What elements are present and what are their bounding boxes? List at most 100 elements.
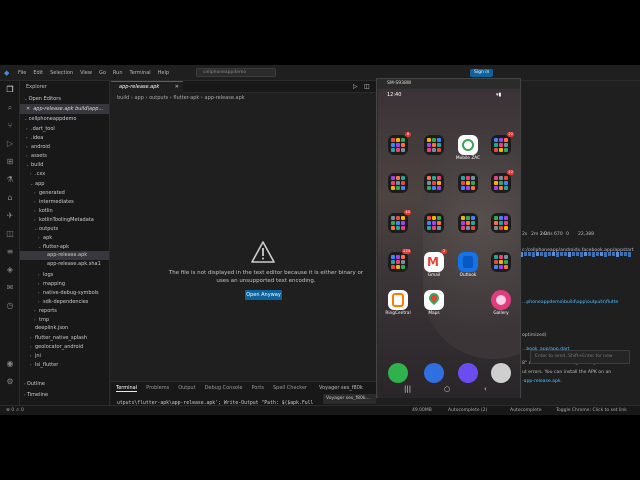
tree-item[interactable]: app-release.apk.sha1: [20, 260, 109, 269]
open-editor-item[interactable]: ✕ app-release.apk build\app...: [20, 104, 109, 114]
explorer-icon[interactable]: ❐: [0, 81, 20, 99]
tree-item[interactable]: › apk: [20, 233, 109, 242]
tree-item[interactable]: › flutter_native_splash: [20, 333, 109, 342]
tree-item[interactable]: › android: [20, 142, 109, 151]
open-editors-section[interactable]: ⌄ Open Editors: [20, 94, 109, 104]
recents-button[interactable]: |||: [404, 385, 411, 393]
dock-camera[interactable]: [491, 363, 511, 383]
tree-item[interactable]: › geolocator_android: [20, 342, 109, 351]
app-outlook[interactable]: Outlook: [458, 252, 478, 278]
tree-item[interactable]: › kotlin: [20, 206, 109, 215]
tree-item[interactable]: › lsi_flutter: [20, 360, 109, 369]
app-ringcentral[interactable]: RingCentral: [385, 290, 411, 316]
panel-tab[interactable]: Terminal: [116, 385, 138, 392]
tree-item[interactable]: › .dart_tool: [20, 124, 109, 133]
app-folder[interactable]: [388, 173, 408, 193]
tree-item[interactable]: › reports: [20, 306, 109, 315]
app-folder[interactable]: 8: [388, 132, 411, 155]
project-root[interactable]: ⌄ cellphoneappdemo: [20, 114, 109, 124]
tree-item[interactable]: › .idea: [20, 133, 109, 142]
app-maps[interactable]: Maps: [424, 290, 444, 316]
menu-selection[interactable]: Selection: [50, 70, 73, 76]
app-folder[interactable]: [424, 173, 444, 193]
search-icon[interactable]: ⌕: [0, 99, 20, 117]
app-folder[interactable]: [491, 213, 511, 233]
app-folder[interactable]: 22: [491, 132, 514, 155]
app-folder[interactable]: 22: [491, 170, 514, 193]
editor-tab[interactable]: app-release.apk ✕: [111, 81, 183, 93]
app-folder[interactable]: [491, 252, 511, 272]
timeline-section[interactable]: › Timeline: [20, 390, 48, 400]
run-icon[interactable]: ▷: [353, 83, 358, 90]
app-folder[interactable]: [424, 213, 444, 233]
app-folder[interactable]: [424, 135, 444, 155]
chat-input[interactable]: Enter to send, Shift+Enter for new: [530, 350, 630, 364]
python-icon[interactable]: ◈: [0, 261, 20, 279]
tree-item[interactable]: › kotlinToolingMetadata: [20, 215, 109, 224]
tree-item[interactable]: › native-debug-symbols: [20, 288, 109, 297]
sign-in-button[interactable]: Sign in: [470, 69, 494, 77]
open-anyway-button[interactable]: Open Anyway: [245, 290, 282, 300]
toggle-chrome-status[interactable]: Toggle Chrome: Click to set link: [556, 406, 627, 415]
app-folder[interactable]: [458, 213, 478, 233]
menu-file[interactable]: File: [18, 70, 26, 76]
tree-item[interactable]: app-release.apk: [20, 251, 109, 261]
testing-icon[interactable]: ⚗: [0, 171, 20, 189]
tree-item[interactable]: › tmp: [20, 315, 109, 324]
outline-section[interactable]: › Outline: [20, 379, 45, 389]
tree-item[interactable]: › logs: [20, 270, 109, 279]
database-icon[interactable]: ≡: [0, 243, 20, 261]
app-folder[interactable]: 40: [388, 210, 411, 233]
remote-icon[interactable]: ⌂: [0, 189, 20, 207]
tree-item[interactable]: ⌄ app: [20, 179, 109, 188]
command-center-search[interactable]: cellphoneappdemo: [196, 68, 277, 77]
terminal-list-item[interactable]: Voyager ses_f80k...: [323, 394, 376, 404]
menu-terminal[interactable]: Terminal: [130, 70, 151, 76]
app-gmail[interactable]: M 3 Gmail: [424, 249, 447, 278]
app-mobile-zac[interactable]: Mobile ZAC: [456, 135, 480, 161]
panel-tab[interactable]: Spell Checker: [273, 385, 307, 391]
accounts-icon[interactable]: ◉: [0, 355, 20, 373]
tree-item[interactable]: › sdk-dependencies: [20, 297, 109, 306]
dock-messages[interactable]: [424, 363, 444, 383]
close-icon[interactable]: ✕: [26, 106, 30, 112]
home-button[interactable]: ○: [444, 385, 450, 393]
source-control-icon[interactable]: ⑂: [0, 117, 20, 135]
tree-item[interactable]: › jni: [20, 351, 109, 360]
app-folder[interactable]: [458, 173, 478, 193]
panel-tab[interactable]: Ports: [251, 385, 264, 391]
dock-internet[interactable]: [458, 363, 478, 383]
phone-screen[interactable]: 12:40 ▾▮ 8 Mobile ZAC 22 22 40 234 M 3 Gmail Outl…: [378, 89, 520, 398]
chat-icon[interactable]: ✉: [0, 279, 20, 297]
docker-icon[interactable]: ◫: [0, 225, 20, 243]
dock-phone[interactable]: [388, 363, 408, 383]
panel-tab[interactable]: Output: [178, 385, 195, 391]
voyager-terminal-label[interactable]: Voyager ses_f80k: [319, 385, 363, 391]
panel-tab[interactable]: Debug Console: [205, 385, 243, 391]
flutter-icon[interactable]: ✈: [0, 207, 20, 225]
breadcrumb[interactable]: build › app › outputs › flutter-apk › ap…: [117, 95, 245, 101]
problems-status[interactable]: ⊗ 0 ⚠ 0: [6, 406, 24, 415]
tree-item[interactable]: ⌄ build: [20, 160, 109, 169]
tree-item[interactable]: › mapping: [20, 279, 109, 288]
app-gallery[interactable]: Gallery: [491, 290, 511, 316]
autocomplete-status-2[interactable]: Autocomplete: [510, 406, 541, 415]
tree-item[interactable]: ⌄ outputs: [20, 224, 109, 233]
panel-tab[interactable]: Problems: [146, 385, 169, 391]
tree-item[interactable]: › .cxx: [20, 169, 109, 178]
app-folder[interactable]: 234: [388, 249, 411, 272]
tree-item[interactable]: › generated: [20, 188, 109, 197]
menu-edit[interactable]: Edit: [33, 70, 43, 76]
tree-item[interactable]: ⌄ flutter-apk: [20, 242, 109, 251]
extensions-icon[interactable]: ⊞: [0, 153, 20, 171]
settings-gear-icon[interactable]: ⚙: [0, 373, 20, 391]
tree-item[interactable]: › intermediates: [20, 197, 109, 206]
tree-item[interactable]: › assets: [20, 151, 109, 160]
back-button[interactable]: ‹: [484, 385, 487, 393]
timer-icon[interactable]: ◷: [0, 297, 20, 315]
menu-help[interactable]: Help: [158, 70, 169, 76]
menu-view[interactable]: View: [80, 70, 92, 76]
split-editor-icon[interactable]: ◫: [364, 83, 370, 90]
autocomplete-status[interactable]: Autocomplete (2): [448, 406, 487, 415]
menu-run[interactable]: Run: [113, 70, 123, 76]
